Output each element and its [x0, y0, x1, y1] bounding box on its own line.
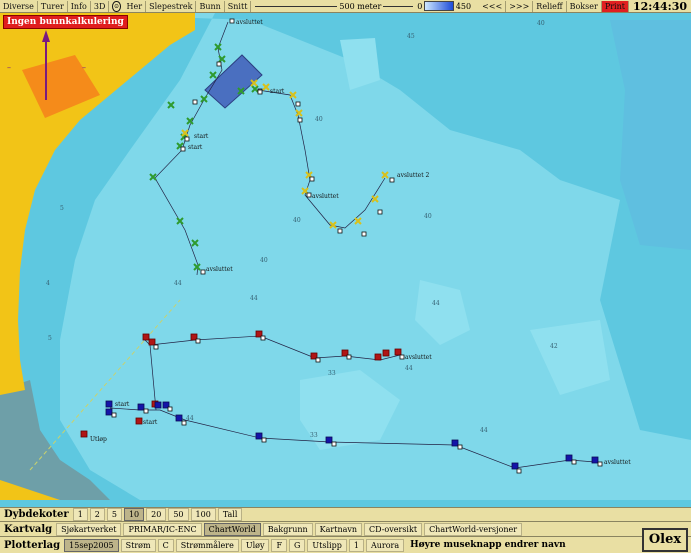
- svg-text:40: 40: [260, 257, 268, 264]
- plotterlag-option-g[interactable]: G: [289, 538, 306, 552]
- plotterlag-option-strom[interactable]: Strøm: [120, 538, 156, 552]
- kartvalg-option-sjokartverket[interactable]: Sjøkartverket: [56, 522, 122, 536]
- menu-diverse[interactable]: Diverse: [0, 0, 38, 12]
- kartvalg-option-chartworld[interactable]: ChartWorld: [203, 522, 261, 536]
- svg-text:44: 44: [432, 300, 440, 307]
- dybdekoter-option-10[interactable]: 10: [123, 508, 145, 521]
- svg-text:33: 33: [328, 370, 336, 377]
- nav-forward-button[interactable]: >>>: [506, 0, 534, 12]
- svg-text:40: 40: [293, 217, 301, 224]
- menu-turer[interactable]: Turer: [38, 0, 68, 12]
- depth-color-legend[interactable]: [424, 1, 454, 11]
- scale-bar: 500 meter: [255, 0, 414, 12]
- olex-logo: Olex: [642, 528, 688, 552]
- plotterlag-option-uloy[interactable]: Uløy: [240, 538, 270, 552]
- nav-back-button[interactable]: <<<: [479, 0, 507, 12]
- kartvalg-option-chartworld-versjoner[interactable]: ChartWorld-versjoner: [424, 522, 523, 536]
- plotterlag-option-1[interactable]: 1: [348, 538, 364, 552]
- label-yellow-avsluttet-1: avsluttet: [312, 193, 339, 200]
- kartvalg-option-cd-oversikt[interactable]: CD-oversikt: [364, 522, 423, 536]
- label-red-utlop: Utløp: [90, 436, 107, 443]
- menu-3d[interactable]: 3D: [91, 0, 110, 12]
- svg-text:5: 5: [48, 335, 52, 342]
- dybdekoter-option-100[interactable]: 100: [190, 508, 216, 521]
- svg-text:5: 5: [60, 205, 64, 212]
- plotterlag-title: Plotterlag: [4, 539, 61, 551]
- menu-her[interactable]: Her: [124, 0, 147, 12]
- dybdekoter-option-20[interactable]: 20: [146, 508, 167, 521]
- label-green-avsluttet-1: avsluttet: [236, 19, 263, 26]
- svg-text:40: 40: [424, 213, 432, 220]
- depth-max-label: 450: [455, 1, 472, 11]
- label-blue-start-2: start: [143, 419, 158, 426]
- dybdekoter-option-1[interactable]: 1: [72, 508, 88, 521]
- svg-text:44: 44: [405, 365, 413, 372]
- svg-text:45: 45: [407, 33, 415, 40]
- svg-text:–: –: [82, 63, 86, 72]
- dybdekoter-bar: Dybdekoter 1 2 5 10 20 50 100 Tall: [0, 507, 691, 521]
- plotterlag-bar: Plotterlag 15sep2005 Strøm C Strømmålere…: [0, 536, 691, 553]
- plotterlag-option-15sep2005[interactable]: 15sep2005: [64, 538, 119, 552]
- relieff-button[interactable]: Relieff: [533, 0, 567, 12]
- bokser-button[interactable]: Bokser: [567, 0, 602, 12]
- kartvalg-title: Kartvalg: [4, 523, 53, 535]
- label-green-start-3: start: [270, 88, 285, 95]
- svg-text:44: 44: [174, 280, 182, 287]
- svg-text:4: 4: [46, 280, 50, 287]
- svg-text:44: 44: [250, 295, 258, 302]
- plotterlag-option-c[interactable]: C: [157, 538, 174, 552]
- kartvalg-option-kartnavn[interactable]: Kartnavn: [314, 522, 363, 536]
- label-green-avsluttet-2: avsluttet: [206, 266, 233, 273]
- depth-min-label: 0: [417, 1, 423, 11]
- svg-text:–: –: [7, 63, 11, 72]
- clock: 12:44:30: [632, 0, 687, 13]
- label-green-start-1: start: [194, 133, 209, 140]
- dybdekoter-option-50[interactable]: 50: [168, 508, 189, 521]
- svg-text:40: 40: [315, 116, 323, 123]
- kartvalg-option-bakgrunn[interactable]: Bakgrunn: [262, 522, 313, 536]
- dybdekoter-option-5[interactable]: 5: [106, 508, 122, 521]
- plotterlag-option-strommalere[interactable]: Strømmålere: [175, 538, 239, 552]
- kartvalg-option-primar[interactable]: PRIMAR/IC-ENC: [123, 522, 202, 536]
- plotterlag-hint: Høyre museknapp endrer navn: [410, 540, 566, 550]
- label-blue-avsluttet: avsluttet: [604, 459, 631, 466]
- label-yellow-avsluttet-2: avsluttet 2: [397, 172, 430, 179]
- no-bottom-calculation-warning: Ingen bunnkalkulering: [3, 15, 128, 29]
- dybdekoter-option-tall[interactable]: Tall: [217, 508, 243, 521]
- dybdekoter-option-2[interactable]: 2: [89, 508, 105, 521]
- plotterlag-option-utslipp[interactable]: Utslipp: [307, 538, 347, 552]
- svg-text:33: 33: [310, 432, 318, 439]
- top-menu-bar: Diverse Turer Info 3D ⊙ Her Slepestrek B…: [0, 0, 691, 13]
- label-red-avsluttet: avsluttet: [405, 354, 432, 361]
- chart-map[interactable]: – – 40 45 40 40 44 4 5 33 44 44 40 40 44…: [0, 13, 691, 507]
- menu-bunn[interactable]: Bunn: [196, 0, 225, 12]
- svg-text:44: 44: [480, 427, 488, 434]
- svg-text:40: 40: [537, 20, 545, 27]
- target-icon[interactable]: ⊙: [112, 0, 121, 12]
- dybdekoter-title: Dybdekoter: [4, 509, 69, 520]
- plotterlag-option-f[interactable]: F: [271, 538, 288, 552]
- svg-text:42: 42: [550, 343, 558, 350]
- menu-info[interactable]: Info: [68, 0, 91, 12]
- kartvalg-bar: Kartvalg Sjøkartverket PRIMAR/IC-ENC Cha…: [0, 521, 691, 536]
- label-green-start-2: start: [188, 144, 203, 151]
- scale-label: 500 meter: [337, 0, 384, 12]
- print-button[interactable]: Print: [601, 0, 629, 12]
- menu-slepestrek[interactable]: Slepestrek: [146, 0, 197, 12]
- label-blue-start-1: start: [115, 401, 130, 408]
- menu-snitt[interactable]: Snitt: [225, 0, 252, 12]
- plotterlag-option-aurora[interactable]: Aurora: [365, 538, 405, 552]
